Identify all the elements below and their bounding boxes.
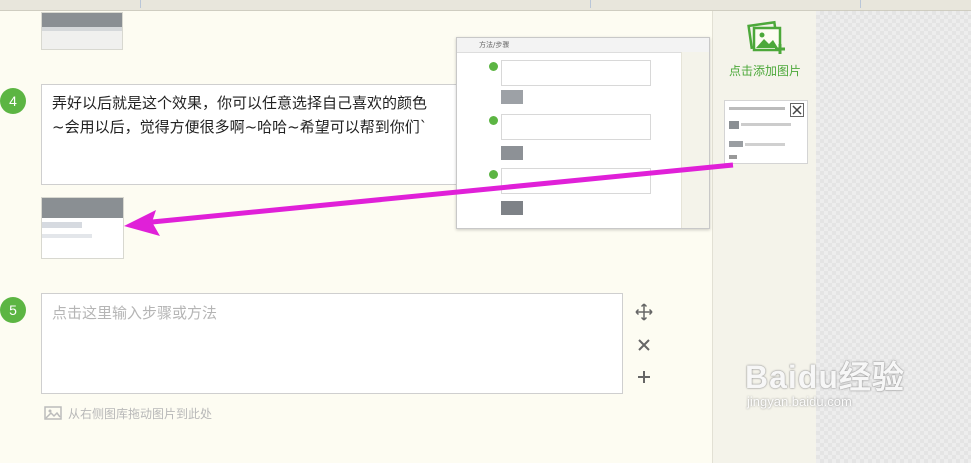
drag-arrow-line <box>151 162 734 225</box>
watermark-brand: Baidu经验 <box>745 359 905 395</box>
baidu-jingyan-watermark: Baidu经验 jingyan.baidu.com <box>745 352 905 409</box>
